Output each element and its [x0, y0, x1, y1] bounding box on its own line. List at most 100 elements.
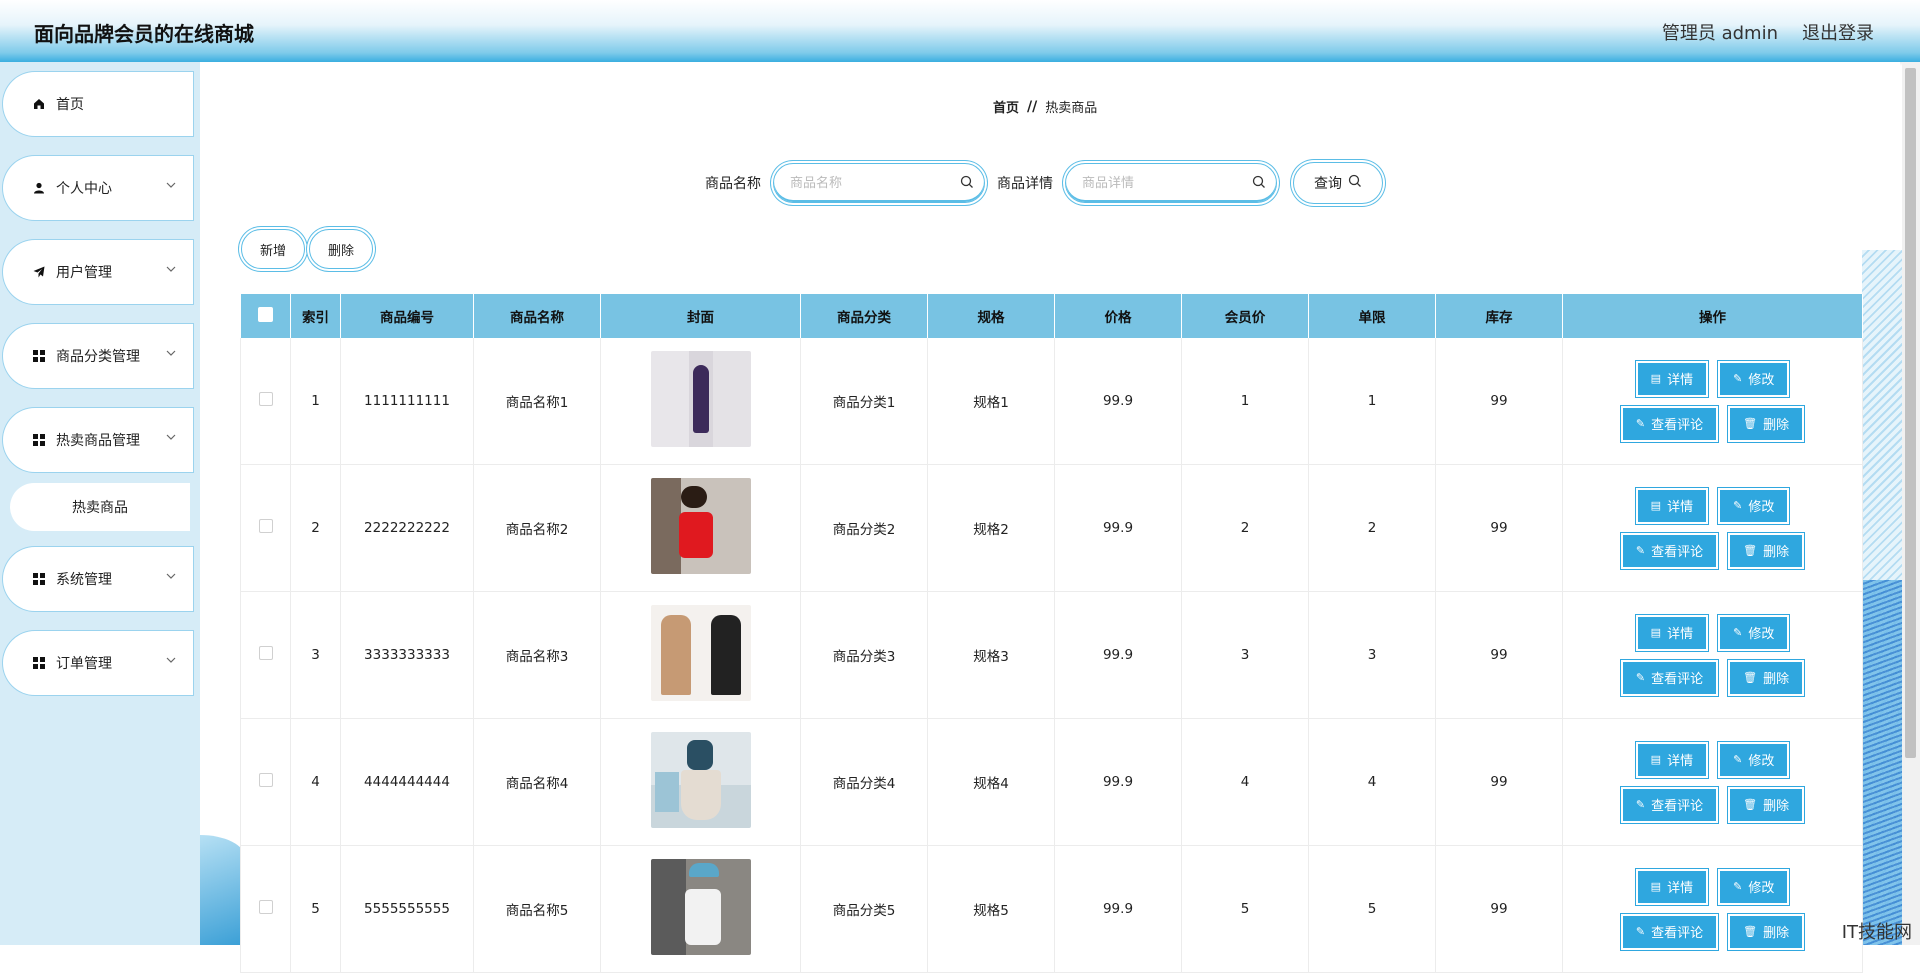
document-icon: ▤	[1650, 753, 1662, 766]
product-detail-search-box	[1065, 163, 1277, 203]
sidebar-subitem-hot-products[interactable]: 热卖商品	[10, 483, 190, 531]
sidebar-item-system-management[interactable]: 系统管理	[6, 550, 190, 608]
detail-button[interactable]: ▤ 详情	[1637, 616, 1707, 649]
detail-button[interactable]: ▤ 详情	[1637, 870, 1707, 903]
row-checkbox[interactable]	[258, 519, 273, 533]
detail-button[interactable]: ▤ 详情	[1637, 489, 1707, 522]
view-comments-button[interactable]: ✎ 查看评论	[1622, 534, 1717, 567]
edit-button[interactable]: ✎ 修改	[1720, 870, 1788, 903]
delete-button-label: 删除	[1763, 799, 1790, 814]
delete-button-label: 删除	[1763, 672, 1790, 687]
batch-delete-button[interactable]: 删除	[309, 229, 373, 269]
logout-link[interactable]: 退出登录	[1802, 19, 1874, 45]
sidebar-item-label: 商品分类管理	[56, 349, 140, 365]
delete-button-label: 删除	[1763, 418, 1790, 433]
delete-button[interactable]: 🗑 删除	[1730, 915, 1803, 948]
sidebar-item-home[interactable]: 首页	[6, 75, 190, 133]
query-button[interactable]: 查询	[1293, 162, 1383, 204]
operations-cell: ▤ 详情 ✎ 修改 ✎ 查看评论 🗑 删除	[1562, 338, 1863, 465]
view-comments-button[interactable]: ✎ 查看评论	[1622, 915, 1717, 948]
delete-button[interactable]: 🗑 删除	[1730, 534, 1803, 567]
edit-button[interactable]: ✎ 修改	[1720, 616, 1788, 649]
document-icon: ▤	[1650, 880, 1662, 893]
code-cell: 2222222222	[340, 464, 474, 592]
spec-cell: 规格3	[927, 591, 1055, 719]
index-cell: 5	[290, 845, 341, 973]
detail-button[interactable]: ▤ 详情	[1637, 743, 1707, 776]
grid-icon	[32, 656, 46, 670]
pencil-icon: ✎	[1635, 671, 1646, 684]
cover-cell	[600, 718, 801, 846]
sidebar-item-category-management[interactable]: 商品分类管理	[6, 327, 190, 385]
breadcrumb-separator: //	[1027, 98, 1038, 115]
chevron-down-icon	[166, 177, 176, 191]
edit-button[interactable]: ✎ 修改	[1720, 743, 1788, 776]
member-price-cell: 2	[1181, 464, 1309, 592]
pencil-icon: ✎	[1733, 626, 1743, 639]
app-title: 面向品牌会员的在线商城	[34, 22, 254, 46]
view-comments-button[interactable]: ✎ 查看评论	[1622, 661, 1717, 694]
sidebar-item-hot-products-management[interactable]: 热卖商品管理	[6, 411, 190, 469]
grid-icon	[32, 349, 46, 363]
user-icon	[32, 181, 46, 195]
product-thumbnail[interactable]	[650, 351, 751, 447]
spec-cell: 规格1	[927, 338, 1055, 465]
name-cell: 商品名称1	[473, 338, 601, 465]
product-thumbnail[interactable]	[650, 732, 751, 828]
operations-cell: ▤ 详情 ✎ 修改 ✎ 查看评论 🗑 删除	[1562, 591, 1863, 719]
sidebar-item-order-management[interactable]: 订单管理	[6, 634, 190, 692]
view-comments-button[interactable]: ✎ 查看评论	[1622, 788, 1717, 821]
operations-cell: ▤ 详情 ✎ 修改 ✎ 查看评论 🗑 删除	[1562, 845, 1863, 973]
category-cell: 商品分类2	[800, 464, 928, 592]
detail-button-label: 详情	[1667, 881, 1694, 896]
document-icon: ▤	[1650, 499, 1662, 512]
product-detail-input[interactable]	[1080, 174, 1244, 192]
row-checkbox[interactable]	[258, 646, 273, 660]
row-checkbox[interactable]	[258, 773, 273, 787]
stock-cell: 99	[1435, 591, 1563, 719]
product-thumbnail[interactable]	[650, 478, 751, 574]
top-header: 面向品牌会员的在线商城 管理员 admin 退出登录	[0, 0, 1920, 62]
table-row: 1 1111111111 商品名称1 商品分类1 规格1 99.9 1 1 99…	[240, 338, 1863, 465]
category-cell: 商品分类3	[800, 591, 928, 719]
product-thumbnail[interactable]	[650, 605, 751, 701]
column-header: 商品编号	[340, 294, 474, 338]
pencil-icon: ✎	[1635, 417, 1646, 430]
row-select-cell	[240, 845, 291, 973]
price-cell: 99.9	[1054, 464, 1182, 592]
scrollbar-thumb[interactable]	[1905, 68, 1916, 758]
price-cell: 99.9	[1054, 591, 1182, 719]
limit-cell: 3	[1308, 591, 1436, 719]
chevron-down-icon	[166, 429, 176, 443]
trash-icon: 🗑	[1743, 798, 1758, 811]
product-name-input[interactable]	[788, 174, 952, 192]
product-thumbnail[interactable]	[650, 859, 751, 955]
detail-button-label: 详情	[1667, 627, 1694, 642]
delete-button[interactable]: 🗑 删除	[1730, 407, 1803, 440]
breadcrumb-home[interactable]: 首页	[993, 97, 1019, 116]
add-button[interactable]: 新增	[241, 229, 305, 269]
sidebar-item-personal-center[interactable]: 个人中心	[6, 159, 190, 217]
delete-button[interactable]: 🗑 删除	[1730, 788, 1803, 821]
select-all-checkbox[interactable]	[257, 306, 273, 322]
view-comments-button[interactable]: ✎ 查看评论	[1622, 407, 1717, 440]
price-cell: 99.9	[1054, 338, 1182, 465]
trash-icon: 🗑	[1743, 925, 1758, 938]
column-header: 库存	[1435, 294, 1563, 338]
chevron-down-icon	[166, 345, 176, 359]
document-icon: ▤	[1650, 372, 1662, 385]
row-checkbox[interactable]	[258, 900, 273, 914]
row-checkbox[interactable]	[258, 392, 273, 406]
column-header: 封面	[600, 294, 801, 338]
edit-button[interactable]: ✎ 修改	[1720, 489, 1788, 522]
member-price-cell: 1	[1181, 338, 1309, 465]
name-cell: 商品名称4	[473, 718, 601, 846]
table-row: 2 2222222222 商品名称2 商品分类2 规格2 99.9 2 2 99…	[240, 464, 1863, 592]
detail-button[interactable]: ▤ 详情	[1637, 362, 1707, 395]
sidebar-item-user-management[interactable]: 用户管理	[6, 243, 190, 301]
operations-cell: ▤ 详情 ✎ 修改 ✎ 查看评论 🗑 删除	[1562, 464, 1863, 592]
pencil-icon: ✎	[1733, 499, 1743, 512]
edit-button[interactable]: ✎ 修改	[1720, 362, 1788, 395]
spec-cell: 规格4	[927, 718, 1055, 846]
delete-button[interactable]: 🗑 删除	[1730, 661, 1803, 694]
